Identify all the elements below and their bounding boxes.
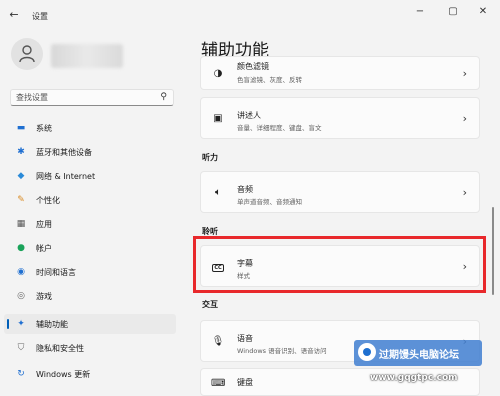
microphone-icon: 🎙︎ (211, 336, 225, 347)
search-icon[interactable]: ⚲ (160, 92, 167, 102)
sidebar-item-label: Windows 更新 (36, 370, 91, 379)
active-indicator (7, 319, 9, 329)
person-icon (19, 45, 35, 63)
sidebar-item-network[interactable]: ◆ 网络 & Internet (4, 166, 176, 186)
settings-window: ← 设置 − ▢ ✕ ⚲ ▬ 系统 ✱ 蓝牙和其他设备 ◆ 网络 & Inter… (0, 0, 500, 396)
sidebar-item-label: 时间和语言 (36, 268, 76, 277)
search-box[interactable]: ⚲ (10, 89, 174, 106)
section-interaction: 交互 (202, 300, 218, 309)
gamepad-icon: ◎ (17, 291, 25, 301)
color-filter-card[interactable]: ◑ 颜色滤镜 色盲滤镜、灰度、反转 › (200, 56, 480, 90)
sidebar-item-accounts[interactable]: ● 帐户 (4, 238, 176, 258)
sidebar-item-bluetooth[interactable]: ✱ 蓝牙和其他设备 (4, 142, 176, 162)
sidebar-item-system[interactable]: ▬ 系统 (4, 118, 176, 138)
highlight-box (193, 236, 486, 293)
card-title: 键盘 (237, 378, 253, 387)
brush-icon: ✎ (17, 195, 25, 205)
apps-icon: ▦ (16, 219, 26, 229)
shield-icon: ⛉ (17, 343, 25, 353)
sidebar-item-label: 个性化 (36, 196, 60, 205)
scrollbar[interactable] (492, 207, 494, 295)
close-button[interactable]: ✕ (468, 4, 498, 20)
monitor-icon: ▬ (16, 123, 26, 133)
watermark-badge: 过期馒头电脑论坛 (354, 340, 482, 366)
sidebar-item-personalization[interactable]: ✎ 个性化 (4, 190, 176, 210)
keyboard-icon: ⌨ (211, 378, 226, 389)
back-arrow-icon[interactable]: ← (7, 8, 21, 22)
user-name-blurred (51, 44, 123, 68)
chevron-right-icon: › (462, 112, 467, 125)
title-bar: ← 设置 − ▢ ✕ (0, 0, 500, 30)
accessibility-icon: ✦ (17, 319, 25, 329)
bluetooth-icon: ✱ (17, 147, 25, 157)
sidebar-item-label: 隐私和安全性 (36, 344, 84, 353)
chevron-right-icon: › (462, 186, 467, 199)
maximize-button[interactable]: ▢ (438, 4, 468, 20)
sidebar-item-label: 辅助功能 (36, 320, 68, 329)
card-title: 音频 (237, 185, 253, 194)
sidebar-item-accessibility[interactable]: ✦ 辅助功能 (4, 314, 176, 334)
sidebar-item-label: 帐户 (36, 244, 52, 253)
sidebar-item-windows-update[interactable]: ↻ Windows 更新 (4, 364, 176, 384)
chevron-right-icon: › (462, 67, 467, 80)
palette-icon: ◑ (213, 68, 223, 79)
watermark-logo-icon (358, 343, 376, 361)
watermark-text: 过期馒头电脑论坛 (379, 350, 459, 361)
search-input[interactable] (16, 91, 156, 104)
sidebar-item-privacy[interactable]: ⛉ 隐私和安全性 (4, 338, 176, 358)
sidebar-item-label: 蓝牙和其他设备 (36, 148, 92, 157)
card-subtitle: 单声道音频、音频通知 (237, 198, 302, 206)
update-icon: ↻ (17, 369, 25, 379)
card-title: 颜色滤镜 (237, 62, 269, 71)
window-title: 设置 (32, 12, 48, 21)
sidebar-item-gaming[interactable]: ◎ 游戏 (4, 286, 176, 306)
narrator-icon: ▣ (213, 113, 223, 124)
sidebar-item-apps[interactable]: ▦ 应用 (4, 214, 176, 234)
speaker-icon: 🔈︎ (215, 187, 221, 198)
sidebar-item-label: 系统 (36, 124, 52, 133)
sidebar-item-label: 网络 & Internet (36, 172, 96, 181)
sidebar-item-label: 游戏 (36, 292, 52, 301)
globe-clock-icon: ◉ (17, 267, 25, 277)
card-title: 语音 (237, 334, 253, 343)
narrator-card[interactable]: ▣ 讲述人 音量、详细程度、键盘、盲文 › (200, 97, 480, 139)
person-icon: ● (17, 243, 25, 253)
card-subtitle: Windows 语音识别、语音访问 (237, 347, 327, 355)
minimize-button[interactable]: − (405, 4, 435, 20)
section-hearing: 听力 (202, 153, 218, 162)
card-title: 讲述人 (237, 111, 261, 120)
sidebar-item-time-language[interactable]: ◉ 时间和语言 (4, 262, 176, 282)
card-subtitle: 色盲滤镜、灰度、反转 (237, 76, 302, 84)
watermark-url: www.gqgtpc.com (370, 373, 458, 383)
wifi-icon: ◆ (17, 171, 25, 181)
card-subtitle: 音量、详细程度、键盘、盲文 (237, 124, 322, 132)
sidebar-item-label: 应用 (36, 220, 52, 229)
avatar[interactable] (11, 38, 43, 70)
audio-card[interactable]: 🔈︎ 音频 单声道音频、音频通知 › (200, 171, 480, 213)
